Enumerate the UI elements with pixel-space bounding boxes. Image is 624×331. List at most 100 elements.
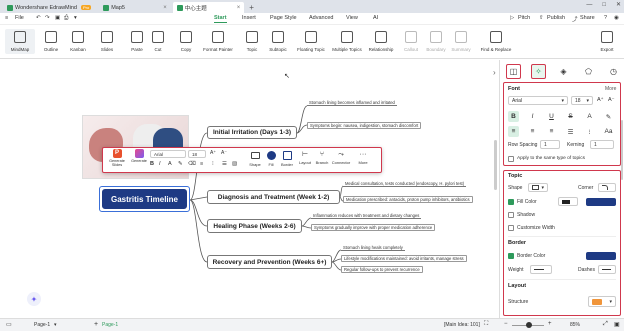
panel-tab-theme[interactable]: ⬠	[581, 64, 596, 79]
fullscreen-icon[interactable]: ⤢	[603, 321, 608, 328]
tab-current[interactable]: 中心主题 ×	[172, 2, 245, 13]
help-icon[interactable]: ?	[604, 15, 607, 21]
find-replace-button[interactable]: Find & Replace	[478, 31, 514, 52]
shadow-checkbox[interactable]	[508, 212, 514, 218]
redo-icon[interactable]: ↷	[45, 15, 50, 21]
bold-icon[interactable]: B	[508, 111, 519, 122]
branch-topic[interactable]: Diagnosis and Treatment (Week 1-2)	[207, 190, 340, 204]
panel-tab-history[interactable]: ◷	[606, 64, 621, 79]
quick-access-more-icon[interactable]: ▾	[74, 15, 77, 21]
close-tab-icon[interactable]: ×	[163, 5, 167, 11]
italic-icon[interactable]: I	[527, 111, 538, 122]
subtopic[interactable]: Medical consultation, tests conducted (e…	[343, 181, 467, 187]
cut-button[interactable]: Cut	[143, 31, 173, 52]
list-icon[interactable]: ☰	[565, 126, 576, 137]
subtopic[interactable]: Stomach lining becomes inflamed and irri…	[307, 100, 397, 106]
hamburger-menu-icon[interactable]: ≡	[5, 15, 8, 21]
kerning-input[interactable]: 1	[590, 140, 614, 149]
account-icon[interactable]: ◉	[614, 15, 619, 21]
panel-tab-style[interactable]: ◫	[506, 64, 521, 79]
subtopic[interactable]: Medication prescribed: antacids, proton …	[343, 196, 473, 203]
tab-map5[interactable]: Map5 ×	[99, 2, 171, 13]
undo-icon[interactable]: ↶	[36, 15, 41, 21]
zoom-in-icon[interactable]: +	[548, 321, 552, 327]
publish-button[interactable]: Publish	[547, 15, 565, 21]
vertical-scrollbar[interactable]	[494, 140, 497, 190]
shape-select[interactable]: ▾	[528, 183, 548, 192]
share-button[interactable]: Share	[580, 15, 595, 21]
panel-toggle-icon[interactable]: ▣	[614, 321, 620, 328]
close-window-icon[interactable]: ✕	[616, 1, 621, 8]
mindmap-view-button[interactable]: MindMap	[5, 29, 35, 54]
font-color-icon[interactable]: A	[584, 111, 595, 122]
zoom-slider-handle[interactable]	[526, 322, 532, 328]
mindmap-canvas[interactable]: Gastritis Timeline Initial Irritation (D…	[0, 60, 499, 318]
structure-select[interactable]: ▾	[588, 296, 616, 307]
page-panel-icon[interactable]: ▭	[6, 321, 12, 328]
branch-topic[interactable]: Initial Irritation (Days 1-3)	[207, 126, 297, 139]
outline-view-button[interactable]: Outline	[36, 31, 66, 52]
branch-topic[interactable]: Healing Phase (Weeks 2-6)	[207, 219, 302, 233]
copy-button[interactable]: Copy	[171, 31, 201, 52]
corner-select[interactable]	[598, 183, 616, 192]
subtopic-button[interactable]: Subtopic	[263, 31, 293, 52]
border-weight-select[interactable]	[530, 265, 552, 274]
fill-color-checkbox[interactable]	[508, 199, 514, 205]
menu-tab-ai[interactable]: AI	[373, 15, 378, 21]
subtopic[interactable]: Stomach lining heals completely	[341, 245, 405, 251]
numbered-list-icon[interactable]: ⁝	[584, 126, 595, 137]
align-left-icon[interactable]: ≡	[508, 126, 519, 137]
case-icon[interactable]: Aa	[603, 126, 614, 137]
central-topic[interactable]: Gastritis Timeline	[102, 189, 187, 209]
save-icon[interactable]: ▣	[55, 15, 60, 21]
subtopic[interactable]: Symptoms begin: nausea, indigestion, sto…	[307, 122, 422, 129]
customize-width-checkbox[interactable]	[508, 225, 514, 231]
strikethrough-icon[interactable]: S	[565, 111, 576, 122]
panel-tab-marker[interactable]: ◈	[556, 64, 571, 79]
zoom-slider[interactable]	[512, 322, 544, 328]
subtopic[interactable]: Inflammation reduces with treatment and …	[311, 213, 422, 219]
collapse-panel-icon[interactable]: ›	[493, 68, 496, 77]
border-color-swatch[interactable]	[586, 252, 616, 260]
underline-icon[interactable]: U	[546, 111, 557, 122]
menu-tab-insert[interactable]: Insert	[242, 15, 256, 21]
summary-button[interactable]: Summary	[446, 31, 476, 52]
zoom-level[interactable]: 85%	[570, 322, 580, 328]
menu-file[interactable]: File	[15, 15, 24, 21]
subtopic[interactable]: Regular follow-ups to prevent recurrence	[341, 266, 423, 273]
border-color-checkbox[interactable]	[508, 253, 514, 259]
fit-page-icon[interactable]: ⛶	[484, 321, 488, 328]
slides-view-button[interactable]: Slides	[92, 31, 122, 52]
export-button[interactable]: Export	[592, 31, 622, 52]
subtopic[interactable]: Symptoms gradually improve with proper m…	[311, 224, 436, 231]
relationship-button[interactable]: Relationship	[364, 31, 398, 52]
font-shrink-icon[interactable]: A⁻	[608, 97, 615, 103]
maximize-icon[interactable]: □	[602, 2, 606, 8]
ai-assistant-button[interactable]: ✦	[27, 292, 41, 306]
branch-topic[interactable]: Recovery and Prevention (Weeks 6+)	[207, 255, 332, 269]
font-family-select[interactable]: Arial ▾	[508, 96, 568, 105]
menu-tab-start[interactable]: Start	[214, 15, 227, 23]
zoom-out-icon[interactable]: −	[504, 321, 508, 327]
multiple-topics-button[interactable]: Multiple Topics	[328, 31, 366, 52]
align-center-icon[interactable]: ≡	[527, 126, 538, 137]
border-dashes-select[interactable]	[598, 265, 616, 274]
minimize-icon[interactable]: —	[586, 2, 592, 8]
font-grow-icon[interactable]: A⁺	[597, 97, 604, 103]
print-icon[interactable]: ⎙	[64, 15, 68, 22]
menu-tab-page-style[interactable]: Page Style	[270, 15, 297, 21]
fill-pattern-select[interactable]	[558, 197, 578, 206]
fill-color-swatch[interactable]	[586, 198, 616, 206]
floating-topic-button[interactable]: Floating Topic	[292, 31, 330, 52]
close-tab-icon[interactable]: ×	[237, 5, 241, 11]
row-spacing-input[interactable]: 1	[540, 140, 560, 149]
tab-app[interactable]: Wondershare EdrawMind Pro	[3, 2, 95, 13]
font-more-link[interactable]: More	[605, 86, 616, 92]
page-dropdown-icon[interactable]: ▾	[54, 322, 57, 328]
align-right-icon[interactable]: ≡	[546, 126, 557, 137]
menu-tab-advanced[interactable]: Advanced	[309, 15, 333, 21]
menu-tab-view[interactable]: View	[346, 15, 358, 21]
page-tab[interactable]: Page-1	[34, 322, 50, 328]
kanban-view-button[interactable]: Kanban	[63, 31, 93, 52]
page-tab-active[interactable]: Page-1	[102, 322, 118, 328]
